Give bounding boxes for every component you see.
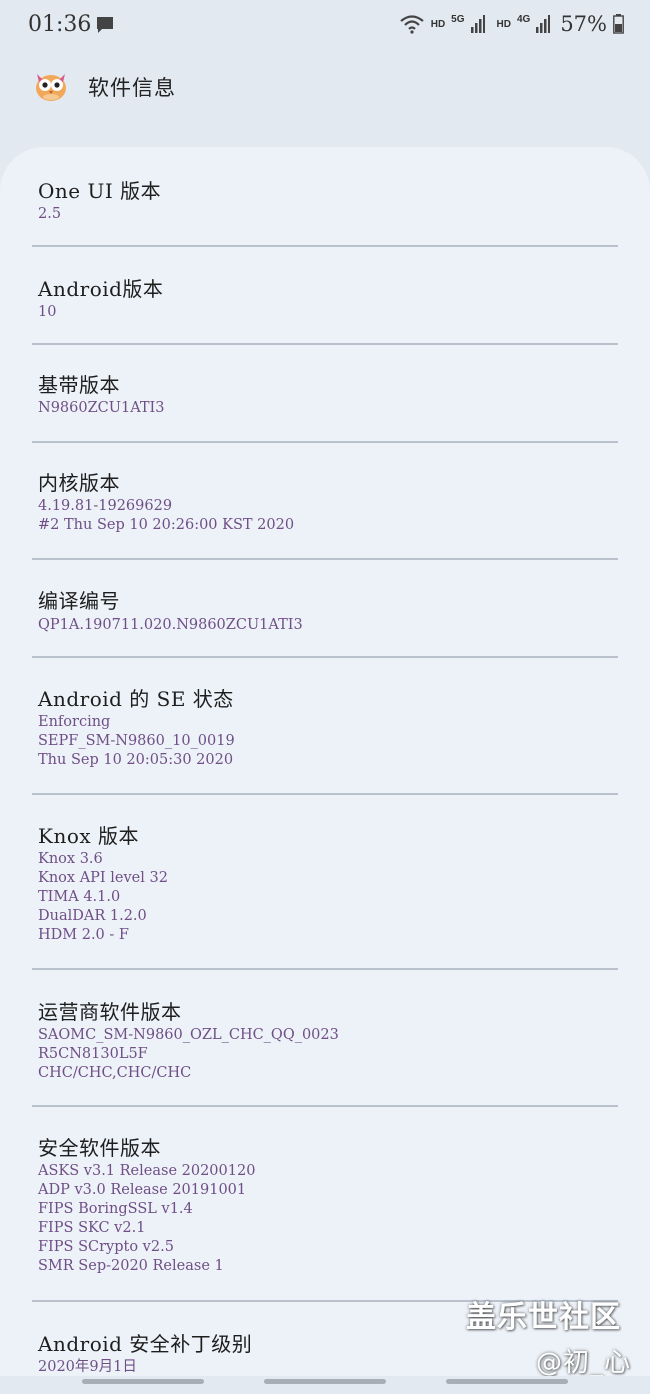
page-title: 软件信息 bbox=[88, 76, 176, 100]
row-value: ASKS v3.1 Release 20200120 bbox=[38, 1163, 256, 1179]
signal-icon bbox=[470, 15, 485, 33]
row-value: FIPS BoringSSL v1.4 bbox=[38, 1201, 193, 1217]
row-value: QP1A.190711.020.N9860ZCU1ATI3 bbox=[38, 617, 303, 633]
row-value: Knox API level 32 bbox=[38, 870, 168, 886]
row-value: HDM 2.0 - F bbox=[38, 927, 129, 943]
battery-icon bbox=[613, 14, 624, 34]
row-value: ADP v3.0 Release 20191001 bbox=[38, 1182, 247, 1198]
divider bbox=[32, 793, 618, 795]
divider bbox=[32, 441, 618, 443]
row-title: 安全软件版本 bbox=[38, 1136, 161, 1160]
row-value: 10 bbox=[38, 304, 57, 320]
row-value: CHC/CHC,CHC/CHC bbox=[38, 1065, 192, 1081]
divider bbox=[32, 1105, 618, 1107]
hd-label-2: HD bbox=[496, 18, 511, 30]
row-value: 4.19.81-19269629 bbox=[38, 498, 173, 514]
signal-icon-2 bbox=[536, 15, 551, 33]
nav-back-handle[interactable] bbox=[446, 1379, 568, 1384]
row-value: Enforcing bbox=[38, 714, 111, 730]
row-value: R5CN8130L5F bbox=[38, 1046, 148, 1062]
status-bar: 01:36 HD 5G HD 4G 57% bbox=[0, 0, 650, 52]
row-title: One UI 版本 bbox=[38, 179, 162, 203]
row-value: SEPF_SM-N9860_10_0019 bbox=[38, 733, 235, 749]
row-title: 内核版本 bbox=[38, 471, 120, 495]
row-title: Android 的 SE 状态 bbox=[38, 687, 234, 711]
row-value: 2020年9月1日 bbox=[38, 1359, 137, 1375]
row-value: SMR Sep-2020 Release 1 bbox=[38, 1258, 224, 1274]
row-title: 编译编号 bbox=[38, 589, 120, 613]
watermark-community: 盖乐世社区 bbox=[466, 1300, 621, 1335]
row-value: 2.5 bbox=[38, 206, 62, 222]
divider bbox=[32, 558, 618, 560]
row-value: Thu Sep 10 20:05:30 2020 bbox=[38, 752, 234, 768]
row-title: 运营商软件版本 bbox=[38, 1000, 182, 1024]
status-time: 01:36 bbox=[28, 12, 92, 37]
row-value: SAOMC_SM-N9860_OZL_CHC_QQ_0023 bbox=[38, 1027, 339, 1043]
divider bbox=[32, 245, 618, 247]
battery-percent: 57% bbox=[560, 12, 607, 36]
app-header: 软件信息 bbox=[0, 60, 650, 120]
row-title: Knox 版本 bbox=[38, 824, 139, 848]
divider bbox=[32, 343, 618, 345]
navigation-bar bbox=[0, 1376, 650, 1394]
software-info-card: One UI 版本 2.5 Android版本 10 基带版本 N9860ZCU… bbox=[0, 147, 650, 1377]
owl-app-icon bbox=[36, 74, 66, 101]
nav-home-handle[interactable] bbox=[264, 1379, 386, 1384]
row-value: FIPS SKC v2.1 bbox=[38, 1220, 146, 1236]
hd-label: HD bbox=[430, 18, 446, 30]
watermark-author: @初_心 bbox=[536, 1348, 632, 1378]
row-value: DualDAR 1.2.0 bbox=[38, 908, 147, 924]
nav-recents-handle[interactable] bbox=[82, 1379, 204, 1384]
row-title: Android版本 bbox=[38, 277, 164, 301]
row-value: #2 Thu Sep 10 20:26:00 KST 2020 bbox=[38, 517, 295, 533]
row-value: Knox 3.6 bbox=[38, 851, 103, 867]
message-icon bbox=[97, 17, 113, 33]
row-value: TIMA 4.1.0 bbox=[38, 889, 121, 905]
divider bbox=[32, 656, 618, 658]
network-5g-label: 5G bbox=[451, 13, 465, 25]
row-value: FIPS SCrypto v2.5 bbox=[38, 1239, 174, 1255]
row-title: 基带版本 bbox=[38, 373, 120, 397]
divider bbox=[32, 968, 618, 970]
network-4g-label: 4G bbox=[516, 13, 531, 25]
row-title: Android 安全补丁级别 bbox=[38, 1332, 253, 1356]
wifi-icon bbox=[400, 15, 424, 34]
row-value: N9860ZCU1ATI3 bbox=[38, 400, 165, 416]
